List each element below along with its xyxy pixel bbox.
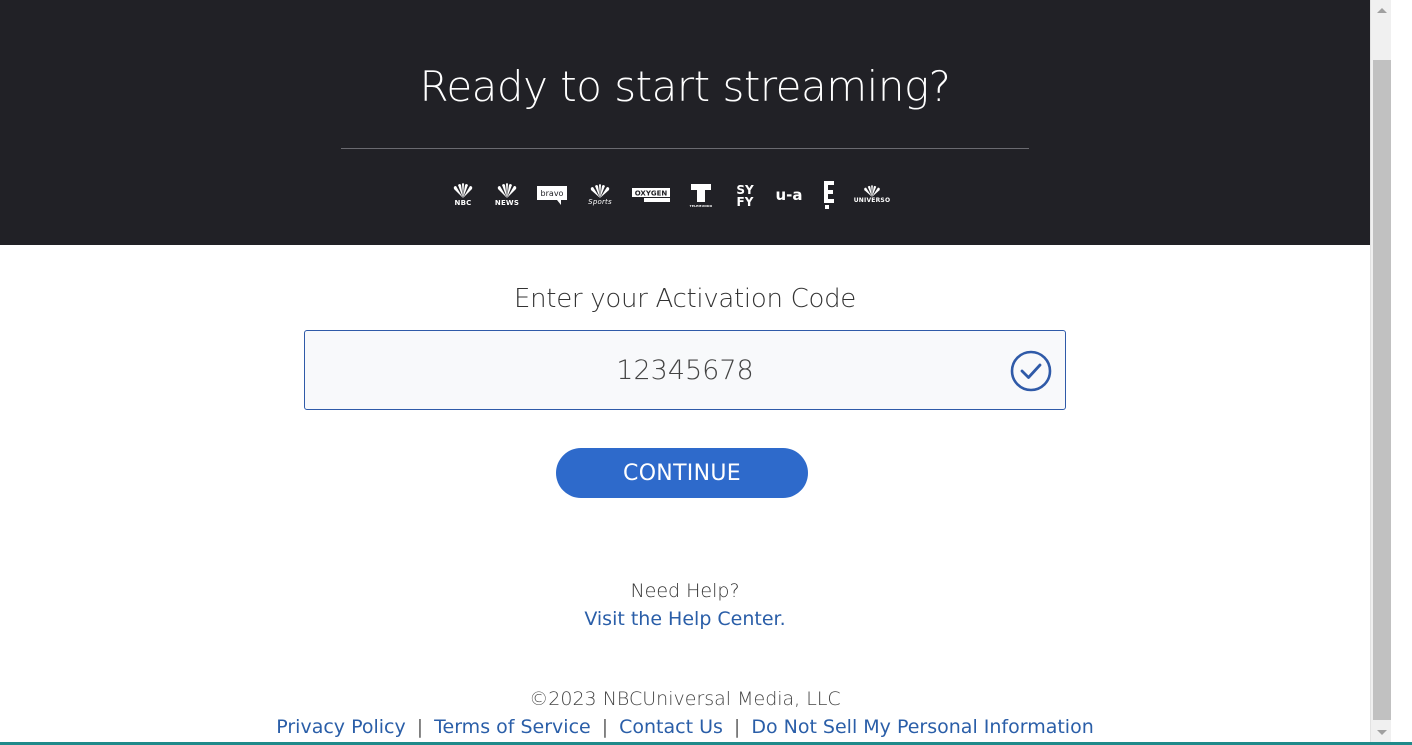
- hero-divider: [341, 148, 1029, 149]
- activation-code-input[interactable]: [305, 331, 1065, 409]
- need-help-text: Need Help?: [630, 580, 740, 602]
- help-center-link[interactable]: Visit the Help Center.: [584, 608, 785, 630]
- nbc-sports-icon: Sports: [582, 178, 618, 212]
- bravo-icon: bravo: [536, 178, 568, 212]
- do-not-sell-link[interactable]: Do Not Sell My Personal Information: [751, 716, 1093, 738]
- nbc-news-icon: NEWS: [492, 178, 522, 212]
- usa-icon: u-a: [772, 178, 806, 212]
- scroll-up-icon[interactable]: [1370, 0, 1412, 20]
- footer-separator: |: [416, 716, 424, 738]
- help-center-link-row: Visit the Help Center.: [0, 608, 1370, 630]
- svg-text:OXYGEN: OXYGEN: [635, 190, 668, 198]
- svg-text:FY: FY: [737, 195, 754, 208]
- check-circle-icon: [1010, 350, 1052, 392]
- activation-prompt: Enter your Activation Code: [514, 284, 856, 314]
- oxygen-icon: OXYGEN: [632, 178, 670, 212]
- copyright-text: ©2023 NBCUniversal Media, LLC: [529, 688, 841, 710]
- network-logos: NBC NEWS bravo Sports OXYGEN TELEMUNDO S…: [448, 178, 928, 212]
- privacy-policy-link[interactable]: Privacy Policy: [276, 716, 405, 738]
- hero-title: Ready to start streaming?: [419, 62, 951, 111]
- terms-of-service-link[interactable]: Terms of Service: [434, 716, 591, 738]
- svg-text:bravo: bravo: [541, 189, 564, 198]
- scroll-down-icon[interactable]: [1373, 724, 1391, 742]
- footer-separator: |: [733, 716, 741, 738]
- scrollbar-thumb[interactable]: [1373, 60, 1391, 720]
- e-icon: [820, 178, 838, 212]
- nbc-peacock-icon: NBC: [448, 178, 478, 212]
- syfy-icon: SY FY: [732, 178, 758, 212]
- footer-links: Privacy Policy | Terms of Service | Contact …: [0, 716, 1370, 738]
- hero-banner: Ready to start streaming? NBC NEWS bravo…: [0, 0, 1370, 245]
- universo-icon: UNIVERSO: [852, 178, 892, 212]
- activation-code-field[interactable]: [304, 330, 1066, 410]
- svg-text:u-a: u-a: [775, 186, 802, 204]
- contact-us-link[interactable]: Contact Us: [619, 716, 723, 738]
- scrollbar-track: [1391, 0, 1412, 745]
- footer-separator: |: [601, 716, 609, 738]
- activation-page: Ready to start streaming? NBC NEWS bravo…: [0, 0, 1370, 745]
- telemundo-icon: TELEMUNDO: [684, 178, 718, 212]
- continue-button[interactable]: CONTINUE: [556, 448, 808, 498]
